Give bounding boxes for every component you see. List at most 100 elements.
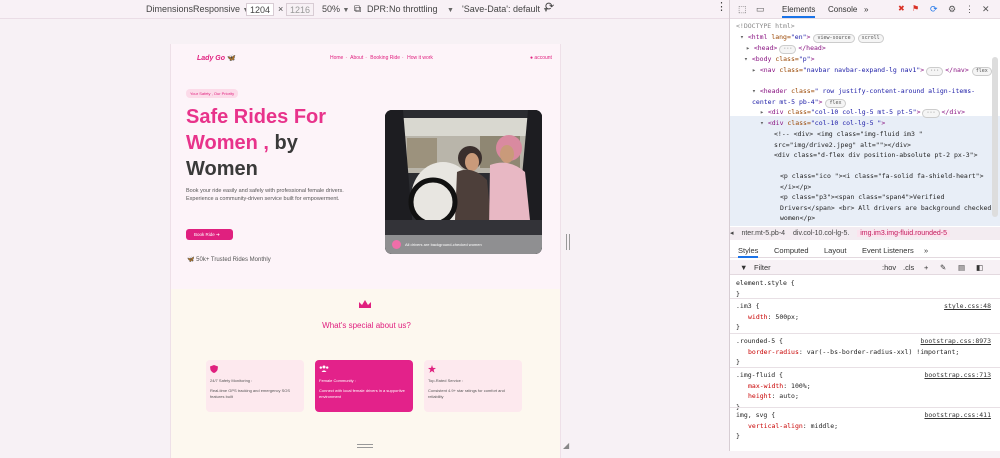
close-icon[interactable]: ✕ bbox=[982, 4, 990, 15]
expand-arrow-icon[interactable]: ▾ bbox=[744, 55, 752, 63]
rule-separator bbox=[730, 407, 1000, 408]
nav-home[interactable]: Home bbox=[330, 55, 343, 61]
width-input[interactable]: 1204 bbox=[246, 3, 274, 16]
dom-node-line[interactable]: ▾ <div class="col-10 col-lg-5 "> bbox=[760, 118, 885, 129]
sidebar-toggle-icon[interactable]: ◧ bbox=[976, 263, 983, 272]
rule-source-link[interactable]: style.css:48 bbox=[944, 301, 991, 312]
throttling-select[interactable]: No throttling bbox=[389, 4, 438, 15]
dom-node-line[interactable]: ▾ <header class=" row justify-content-ar… bbox=[752, 86, 992, 108]
tab-layout[interactable]: Layout bbox=[824, 246, 847, 255]
feature-text: Connect with local female drivers in a s… bbox=[319, 388, 405, 399]
zoom-value: 50% bbox=[322, 4, 341, 14]
nav-about[interactable]: About bbox=[350, 55, 363, 61]
rule-separator bbox=[730, 333, 1000, 334]
dimensions-select[interactable]: Responsive ▼ bbox=[193, 4, 249, 16]
breadcrumb-item[interactable]: div.col-10.col-lg-5. bbox=[793, 230, 849, 237]
resize-handle-right[interactable] bbox=[566, 234, 570, 250]
expand-arrow-icon[interactable]: ▾ bbox=[760, 119, 768, 127]
style-rule[interactable]: .img-fluid {bootstrap.css:713 max-width: … bbox=[736, 370, 991, 412]
butterfly-icon: 🦋 bbox=[226, 55, 236, 62]
feature-card-community[interactable]: Female Community : Connect with local fe… bbox=[315, 360, 413, 412]
device-toggle-icon[interactable]: ▭ bbox=[756, 4, 765, 15]
resize-handle-corner[interactable]: ◢ bbox=[563, 441, 569, 450]
dom-node-line[interactable]: <div class="d-flex div position-absolute… bbox=[774, 150, 992, 161]
height-input[interactable]: 1216 bbox=[286, 3, 314, 16]
rotate-icon[interactable]: ⟳ bbox=[545, 2, 554, 13]
dom-node-line[interactable]: ▸ <div class="col-10 col-lg-5 mt-5 pt-5"… bbox=[760, 107, 965, 118]
feature-card-safety[interactable]: 24/7 Safety Monitoring : Real-time GPS t… bbox=[206, 360, 304, 412]
css-property[interactable]: max-width: 100%; bbox=[736, 381, 991, 392]
expand-arrow-icon[interactable]: ▸ bbox=[746, 44, 754, 52]
devtools-topbar: ⬚ ▭ Elements Console » ✖ ⚑ ⟳ ⚙ ⋮ ✕ bbox=[730, 0, 1000, 19]
breadcrumb-left-arrow[interactable]: ◂ bbox=[730, 230, 734, 237]
class-toggle[interactable]: .cls bbox=[903, 263, 914, 272]
dom-node-line[interactable]: <p class="ico "><i class="fa-solid fa-sh… bbox=[780, 171, 992, 192]
rule-source-link[interactable]: bootstrap.css:8973 bbox=[921, 336, 991, 347]
computed-toggle-icon[interactable]: ▤ bbox=[958, 263, 965, 272]
rule-selector: element.style { bbox=[736, 279, 795, 287]
inspect-icon[interactable]: ⬚ bbox=[738, 4, 747, 15]
book-ride-label: Book Ride bbox=[194, 232, 215, 237]
save-data-value: 'Save-Data': default bbox=[462, 4, 540, 14]
stat-text: 50k+ Trusted Rides Monthly bbox=[196, 257, 271, 263]
feature-title: Female Community : bbox=[319, 378, 356, 383]
issues-icon[interactable]: ⚑ bbox=[912, 4, 919, 13]
more-tabs-icon[interactable]: » bbox=[864, 5, 868, 14]
expand-arrow-icon[interactable]: ▸ bbox=[760, 108, 768, 116]
css-property[interactable]: width: 500px; bbox=[736, 312, 991, 323]
rule-source-link[interactable]: bootstrap.css:411 bbox=[924, 410, 991, 421]
site-page: Lady Go 🦋 Home · About · Booking Ride · How… bbox=[170, 44, 561, 458]
badge[interactable]: flex bbox=[971, 67, 992, 76]
hero-stat: 🦋 50k+ Trusted Rides Monthly bbox=[187, 256, 271, 263]
badge[interactable]: view-source bbox=[813, 34, 855, 43]
paint-icon[interactable]: ✎ bbox=[940, 263, 946, 272]
error-icon[interactable]: ✖ bbox=[898, 4, 905, 13]
zoom-select[interactable]: 50% ▼ bbox=[322, 4, 349, 16]
save-data-select[interactable]: 'Save-Data': default ▼ bbox=[462, 4, 549, 16]
gear-icon[interactable]: ⚙ bbox=[948, 4, 956, 15]
css-property[interactable]: border-radius: var(--bs-border-radius-xx… bbox=[736, 347, 991, 358]
nav-booking[interactable]: Booking Ride bbox=[370, 55, 400, 61]
sync-icon[interactable]: ⟳ bbox=[930, 4, 938, 15]
breadcrumb-item[interactable]: nter.mt-5.pb-4 bbox=[741, 230, 785, 237]
crown-icon bbox=[359, 300, 371, 308]
dom-node-line[interactable]: ▸ <nav class="navbar navbar-expand-lg na… bbox=[752, 65, 992, 76]
tab-computed[interactable]: Computed bbox=[774, 246, 809, 255]
expand-arrow-icon[interactable]: ▾ bbox=[752, 87, 760, 95]
new-rule-button[interactable]: + bbox=[924, 263, 928, 272]
more-options-icon[interactable]: ⋮ bbox=[716, 2, 727, 13]
feature-card-rating[interactable]: Top-Rated Service : Consistent 4.9+ star… bbox=[424, 360, 522, 412]
resize-handle-bottom[interactable] bbox=[357, 444, 373, 448]
filter-input[interactable]: Filter bbox=[754, 263, 771, 272]
dom-node-line[interactable]: ▾ <body class="p"> bbox=[744, 54, 814, 65]
style-rule[interactable]: element.style {} bbox=[736, 278, 991, 299]
dom-node-line[interactable]: <!DOCTYPE html> bbox=[736, 21, 795, 32]
more-tabs-icon[interactable]: » bbox=[924, 246, 928, 255]
book-ride-button[interactable]: Book Ride ➔ bbox=[186, 229, 233, 240]
breadcrumb-current[interactable]: img.im3.img-fluid.rounded-5 bbox=[857, 230, 950, 237]
more-options-icon[interactable]: ⋮ bbox=[965, 4, 974, 15]
nav-how[interactable]: How it work bbox=[407, 55, 433, 61]
expand-arrow-icon[interactable]: ▾ bbox=[740, 33, 748, 41]
account-link[interactable]: ● account bbox=[530, 55, 552, 61]
css-property[interactable]: vertical-align: middle; bbox=[736, 421, 991, 432]
dom-node-line[interactable]: <!-- <div> <img class="img-fluid im3 " s… bbox=[774, 129, 992, 150]
rule-source-link[interactable]: bootstrap.css:713 bbox=[924, 370, 991, 381]
expand-arrow-icon[interactable]: ▸ bbox=[752, 66, 760, 74]
dom-node-line[interactable]: ▾ <html lang="en"> view-source scroll bbox=[740, 32, 884, 43]
brand-logo[interactable]: Lady Go 🦋 bbox=[197, 54, 236, 62]
tab-event-listeners[interactable]: Event Listeners bbox=[862, 246, 914, 255]
dom-node-line[interactable]: ▸ <head> ··· </head> bbox=[746, 43, 826, 54]
style-rule[interactable]: .im3 {style.css:48 width: 500px;} bbox=[736, 301, 991, 333]
dom-scrollbar[interactable] bbox=[992, 57, 998, 217]
hover-toggle[interactable]: :hov bbox=[882, 263, 896, 272]
css-property[interactable]: height: auto; bbox=[736, 391, 991, 402]
dom-node-line[interactable]: <p class="p3"><span class="span4">Verifi… bbox=[780, 192, 992, 224]
style-rule[interactable]: img, svg {bootstrap.css:411 vertical-alig… bbox=[736, 410, 991, 442]
tab-console[interactable]: Console bbox=[828, 5, 857, 14]
tab-styles[interactable]: Styles bbox=[738, 246, 759, 258]
tab-elements[interactable]: Elements bbox=[782, 5, 816, 18]
dom-tree: <!DOCTYPE html> ▾ <html lang="en"> view-so… bbox=[730, 19, 1000, 226]
style-rule[interactable]: .rounded-5 {bootstrap.css:8973 border-rad… bbox=[736, 336, 991, 368]
badge[interactable]: scroll bbox=[857, 34, 884, 43]
